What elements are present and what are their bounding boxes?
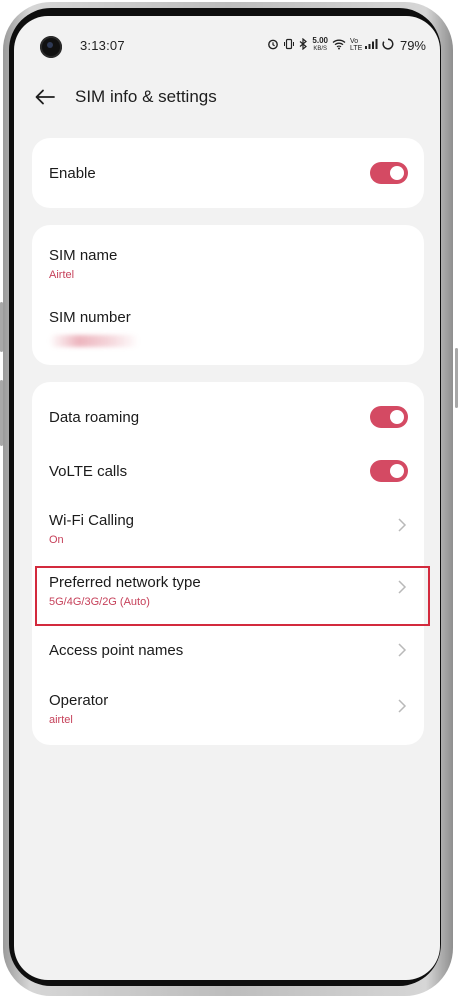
power-button — [0, 302, 3, 352]
access-point-names-row[interactable]: Access point names — [32, 626, 424, 678]
sim-name-label: SIM name — [49, 247, 118, 264]
chevron-right-icon — [398, 518, 407, 532]
sim-number-label: SIM number — [49, 309, 131, 326]
wifi-icon — [332, 38, 346, 53]
sim-number-value-redacted — [49, 335, 139, 347]
sim-name-row[interactable]: SIM name Airtel — [32, 225, 424, 291]
volte-indicator: Vo LTE — [349, 38, 363, 52]
volte-calls-toggle[interactable] — [370, 460, 408, 482]
bluetooth-icon — [299, 37, 308, 53]
status-bar: 3:13:07 5.00 KB/S Vo LTE 79% — [14, 16, 440, 76]
battery-percent: 79% — [399, 37, 426, 53]
back-arrow-icon — [35, 89, 55, 105]
sim-number-row[interactable]: SIM number — [32, 291, 424, 365]
apn-label: Access point names — [49, 642, 184, 659]
highlight-box — [35, 566, 430, 626]
speed-unit: KB/S — [313, 46, 328, 52]
operator-label: Operator — [49, 692, 109, 709]
camera-icon — [40, 36, 62, 58]
data-roaming-row[interactable]: Data roaming — [32, 382, 424, 452]
app-bar: SIM info & settings — [14, 78, 440, 118]
status-time: 3:13:07 — [80, 38, 125, 53]
speed-value: 5.00 — [312, 36, 328, 45]
sim-info-card: SIM name Airtel SIM number — [32, 225, 424, 365]
chevron-right-icon — [398, 643, 407, 657]
data-roaming-label: Data roaming — [49, 409, 140, 426]
screen: 3:13:07 5.00 KB/S Vo LTE 79% SIM info & … — [14, 16, 440, 980]
status-icons: 5.00 KB/S Vo LTE 79% — [267, 36, 426, 54]
alarm-icon — [267, 38, 279, 53]
chevron-right-icon — [398, 699, 407, 713]
operator-value: airtel — [49, 714, 73, 726]
network-speed: 5.00 KB/S — [312, 37, 328, 53]
data-roaming-toggle[interactable] — [370, 406, 408, 428]
enable-card: Enable — [32, 138, 424, 208]
battery-icon — [382, 37, 394, 53]
enable-toggle[interactable] — [370, 162, 408, 184]
enable-label: Enable — [49, 165, 96, 182]
enable-row[interactable]: Enable — [32, 138, 424, 208]
back-button[interactable] — [32, 84, 58, 110]
volume-button — [0, 380, 3, 446]
wifi-calling-label: Wi-Fi Calling — [49, 512, 135, 529]
sim-settings-card: Data roaming VoLTE calls Wi-Fi Calling O… — [32, 382, 424, 745]
page-title: SIM info & settings — [75, 87, 217, 106]
volte-calls-row[interactable]: VoLTE calls — [32, 452, 424, 502]
signal-icon — [364, 38, 378, 53]
vibrate-icon — [283, 38, 295, 53]
operator-row[interactable]: Operator airtel — [32, 678, 424, 745]
wifi-calling-value: On — [49, 534, 64, 546]
sim-name-value: Airtel — [49, 269, 75, 281]
volte-calls-label: VoLTE calls — [49, 463, 128, 480]
wifi-calling-row[interactable]: Wi-Fi Calling On — [32, 502, 424, 564]
